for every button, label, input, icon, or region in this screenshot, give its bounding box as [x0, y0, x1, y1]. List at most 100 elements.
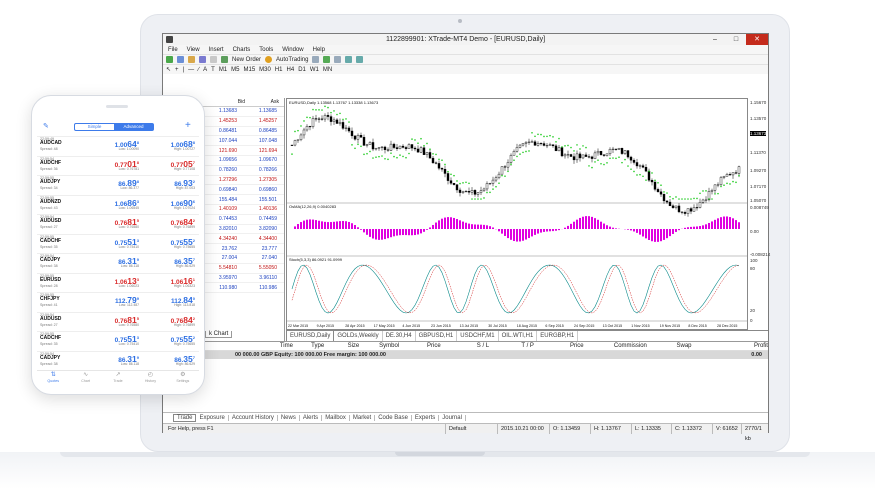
- terminal-col[interactable]: Commission: [604, 343, 658, 349]
- chart-tab[interactable]: GOLDs,Weekly: [334, 330, 383, 342]
- menu-window[interactable]: Window: [281, 47, 304, 53]
- chart-tab[interactable]: USDCHF,M1: [457, 330, 499, 342]
- terminal-icon[interactable]: [210, 56, 217, 63]
- terminal-tab[interactable]: Alerts: [300, 415, 323, 421]
- zoom-in-icon[interactable]: [345, 56, 353, 63]
- nav-item-quotes[interactable]: ⇅ Quotes: [37, 371, 69, 385]
- label-icon[interactable]: T: [211, 67, 215, 73]
- navigator-icon[interactable]: [199, 56, 206, 63]
- tick-chart-tab[interactable]: k Chart: [205, 331, 233, 338]
- nav-item-history[interactable]: ◴ History: [134, 371, 166, 385]
- sar-dot: [636, 174, 638, 176]
- osma-bar: [477, 224, 479, 229]
- quote-row[interactable]: 22:59:55 CADCHF Spread: 35 0.75513 0.75552 Lo…: [37, 331, 199, 346]
- maximize-button[interactable]: □: [727, 34, 745, 45]
- nav-item-settings[interactable]: ⚙ Settings: [167, 371, 199, 385]
- terminal-tab[interactable]: Experts: [412, 415, 440, 421]
- terminal-tab[interactable]: Trade: [173, 414, 197, 422]
- quote-row[interactable]: 22:59:54 CADJPY Spread: 38 86.319 86.357 Low:…: [37, 253, 199, 268]
- profiles-icon[interactable]: [177, 56, 184, 63]
- menu-charts[interactable]: Charts: [232, 47, 252, 53]
- menu-help[interactable]: Help: [312, 47, 326, 53]
- ask-value: 107.048: [258, 137, 277, 144]
- quote-row[interactable]: 22:59:55 EURUSD Spread: 28 1.06133 1.06161 Lo…: [37, 272, 199, 288]
- chart-tab[interactable]: GBPUSD,H1: [416, 330, 458, 342]
- terminal-tab[interactable]: Mailbox: [322, 415, 350, 421]
- quote-row[interactable]: 22:59:55 CHFJPY Spread: 41 112.799 112.840 Lo…: [37, 292, 199, 307]
- tf-mn[interactable]: MN: [323, 67, 332, 73]
- trendline-icon[interactable]: ∕: [198, 67, 199, 73]
- quote-row[interactable]: 22:59:54 AUDUSD Spread: 27 0.76815 0.76842 Lo…: [37, 214, 199, 229]
- chart-window[interactable]: EURUSD,Daily 1.13568 1.13767 1.13338 1.1…: [286, 98, 748, 330]
- quote-row[interactable]: 22:59:55 AUDJPY Spread: 34 86.898 86.932 Low:…: [37, 175, 199, 190]
- quote-row[interactable]: 22:59:54 CADJPY Spread: 38 86.319 86.357 Low:…: [37, 350, 199, 366]
- terminal-col[interactable]: S / L: [461, 343, 506, 349]
- quote-row[interactable]: 22:59:55 CADCHF Spread: 35 0.75513 0.75552 Lo…: [37, 233, 199, 249]
- terminal-col[interactable]: Time: [273, 343, 300, 349]
- terminal-tab[interactable]: Exposure: [196, 415, 229, 421]
- ask-value: 3.96110: [259, 274, 277, 281]
- sar-dot: [690, 198, 692, 200]
- tf-m15[interactable]: M15: [244, 67, 256, 73]
- nav-item-trade[interactable]: ↗ Trade: [102, 371, 134, 385]
- col-ask[interactable]: Ask: [245, 99, 279, 105]
- nav-item-chart[interactable]: ∿ Chart: [69, 371, 101, 385]
- terminal-col[interactable]: Size: [336, 343, 372, 349]
- bar-chart-icon[interactable]: [312, 56, 320, 63]
- chart-tab[interactable]: DE.30,H4: [383, 330, 416, 342]
- chart-tab[interactable]: EURUSD,Daily: [286, 330, 335, 342]
- mode-advanced[interactable]: Advanced: [114, 124, 153, 130]
- tf-d1[interactable]: D1: [298, 67, 306, 73]
- candle-body: [656, 189, 660, 192]
- col-bid[interactable]: Bid: [213, 99, 245, 105]
- sar-dot: [300, 125, 302, 127]
- quote-row[interactable]: 22:59:49 AUDCAD Spread: 48 1.00648 1.00688 Lo…: [37, 136, 199, 151]
- tf-m5[interactable]: M5: [231, 67, 239, 73]
- terminal-tab[interactable]: Code Base: [375, 415, 412, 421]
- cursor-icon[interactable]: ↖: [166, 66, 171, 73]
- quote-row[interactable]: 22:59:54 AUDCHF Spread: 36 0.77018 0.77057 Lo…: [37, 155, 199, 171]
- autotrading-button[interactable]: AutoTrading: [276, 57, 308, 63]
- terminal-col[interactable]: Swap: [657, 343, 711, 349]
- edit-icon[interactable]: ✎: [43, 122, 49, 130]
- chart-canvas[interactable]: EURUSD,Daily 1.13568 1.13767 1.13338 1.1…: [287, 99, 747, 329]
- terminal-col[interactable]: Type: [300, 343, 336, 349]
- add-symbol-icon[interactable]: +: [185, 120, 191, 131]
- menu-view[interactable]: View: [186, 47, 201, 53]
- menu-insert[interactable]: Insert: [208, 47, 225, 53]
- terminal-tab[interactable]: News: [278, 415, 300, 421]
- text-icon[interactable]: A: [203, 67, 207, 73]
- minimize-button[interactable]: –: [706, 34, 724, 45]
- terminal-col[interactable]: Price: [407, 343, 461, 349]
- tf-w1[interactable]: W1: [310, 67, 319, 73]
- terminal-col[interactable]: Profit: [711, 343, 768, 349]
- quote-row[interactable]: 22:59:54 AUDUSD Spread: 27 0.76815 0.76842 Lo…: [37, 311, 199, 327]
- terminal-tab[interactable]: Journal: [439, 415, 466, 421]
- tf-m1[interactable]: M1: [219, 67, 227, 73]
- candle-body: [545, 145, 549, 147]
- new-chart-icon[interactable]: [166, 56, 173, 63]
- menu-file[interactable]: File: [167, 47, 179, 53]
- chart-tab[interactable]: OIL.WTI,H1: [499, 330, 538, 342]
- quote-row[interactable]: 22:59:55 AUDNZD Spread: 43 1.06863 1.06906 Lo…: [37, 194, 199, 210]
- candle-chart-icon[interactable]: [323, 56, 331, 63]
- terminal-tab[interactable]: Market: [350, 415, 376, 421]
- line-chart-icon[interactable]: [334, 56, 342, 63]
- terminal-col[interactable]: Price: [550, 343, 604, 349]
- tf-h1[interactable]: H1: [275, 67, 283, 73]
- terminal-col[interactable]: Symbol: [371, 343, 407, 349]
- vline-icon[interactable]: |: [183, 67, 185, 73]
- crosshair-icon[interactable]: +: [175, 67, 179, 73]
- new-order-button[interactable]: New Order: [232, 57, 261, 63]
- mode-simple[interactable]: Simple: [75, 124, 114, 130]
- tf-h4[interactable]: H4: [287, 67, 295, 73]
- terminal-col[interactable]: T / P: [505, 343, 550, 349]
- market-watch-icon[interactable]: [188, 56, 195, 63]
- tf-m30[interactable]: M30: [259, 67, 271, 73]
- chart-tab[interactable]: EURGBP,H1: [537, 330, 579, 342]
- zoom-out-icon[interactable]: [356, 56, 364, 63]
- terminal-tab[interactable]: Account History: [229, 415, 278, 421]
- hline-icon[interactable]: —: [188, 67, 194, 73]
- close-button[interactable]: ✕: [746, 34, 768, 45]
- menu-tools[interactable]: Tools: [258, 47, 274, 53]
